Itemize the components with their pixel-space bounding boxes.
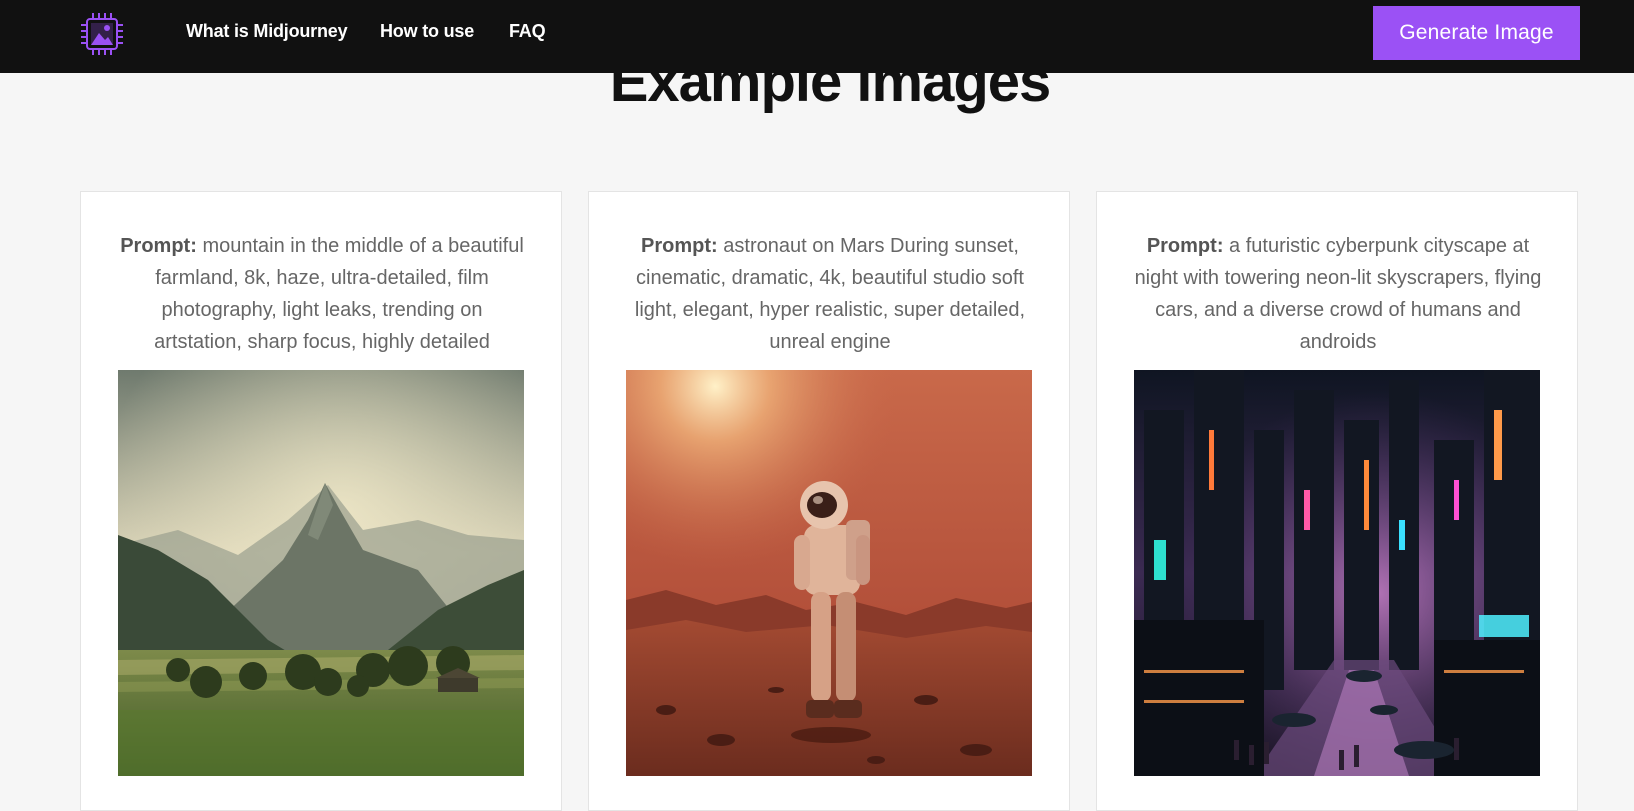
top-navbar: What is Midjourney How to use FAQ Genera… xyxy=(0,0,1634,73)
generate-image-button[interactable]: Generate Image xyxy=(1373,6,1580,60)
prompt-text: Prompt: a futuristic cyberpunk cityscape… xyxy=(1131,230,1545,358)
example-card: Prompt: a futuristic cyberpunk cityscape… xyxy=(1096,191,1578,811)
nav-link-how-to-use[interactable]: How to use xyxy=(380,21,474,42)
nav-link-faq[interactable]: FAQ xyxy=(509,21,546,42)
chip-image-icon[interactable] xyxy=(80,12,124,56)
prompt-text: Prompt: astronaut on Mars During sunset,… xyxy=(623,230,1037,358)
astronaut-mars-image xyxy=(626,370,1032,776)
example-card: Prompt: astronaut on Mars During sunset,… xyxy=(588,191,1070,811)
cyberpunk-city-image xyxy=(1134,370,1540,776)
prompt-label: Prompt: xyxy=(120,235,197,257)
prompt-label: Prompt: xyxy=(1146,235,1224,257)
example-card: Prompt: mountain in the middle of a beau… xyxy=(80,191,562,811)
prompt-label: Prompt: xyxy=(641,235,718,257)
prompt-text: Prompt: mountain in the middle of a beau… xyxy=(115,230,529,358)
prompt-body: mountain in the middle of a beautiful fa… xyxy=(154,235,524,353)
nav-link-what-is-midjourney[interactable]: What is Midjourney xyxy=(186,21,348,42)
mountain-farmland-image xyxy=(118,370,524,776)
